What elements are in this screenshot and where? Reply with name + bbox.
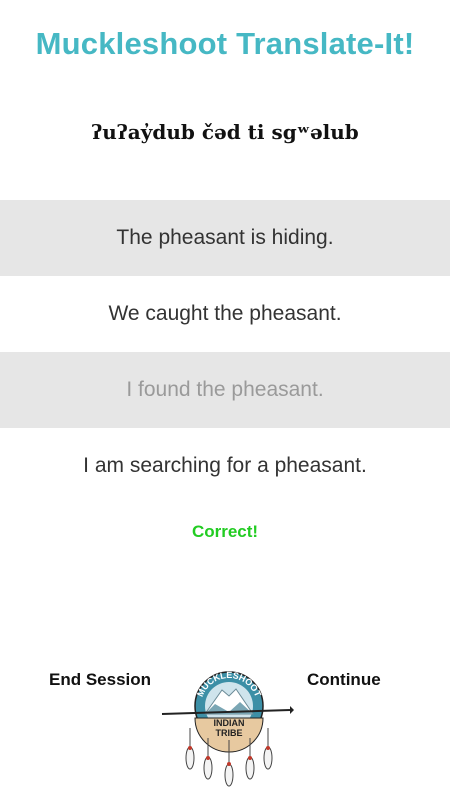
feedback-correct: Correct! [191, 522, 259, 541]
lushootseed-prompt: ʔuʔay̓dub čəd ti sgʷəlub [91, 120, 359, 144]
answer-option-3-selected[interactable]: I found the pheasant. [0, 352, 450, 428]
logo-line2: TRIBE [216, 728, 243, 738]
logo-line1: INDIAN [214, 718, 245, 728]
answer-option-1[interactable]: The pheasant is hiding. [0, 200, 450, 276]
app-title: Muckleshoot Translate-It! [35, 26, 415, 61]
end-session-button[interactable]: End Session [49, 670, 151, 690]
answer-option-4[interactable]: I am searching for a pheasant. [0, 428, 450, 504]
continue-button[interactable]: Continue [307, 670, 381, 690]
muckleshoot-tribe-logo: MUCKLESHOOT INDIAN TRIBE [160, 668, 295, 793]
answer-option-2[interactable]: We caught the pheasant. [0, 276, 450, 352]
